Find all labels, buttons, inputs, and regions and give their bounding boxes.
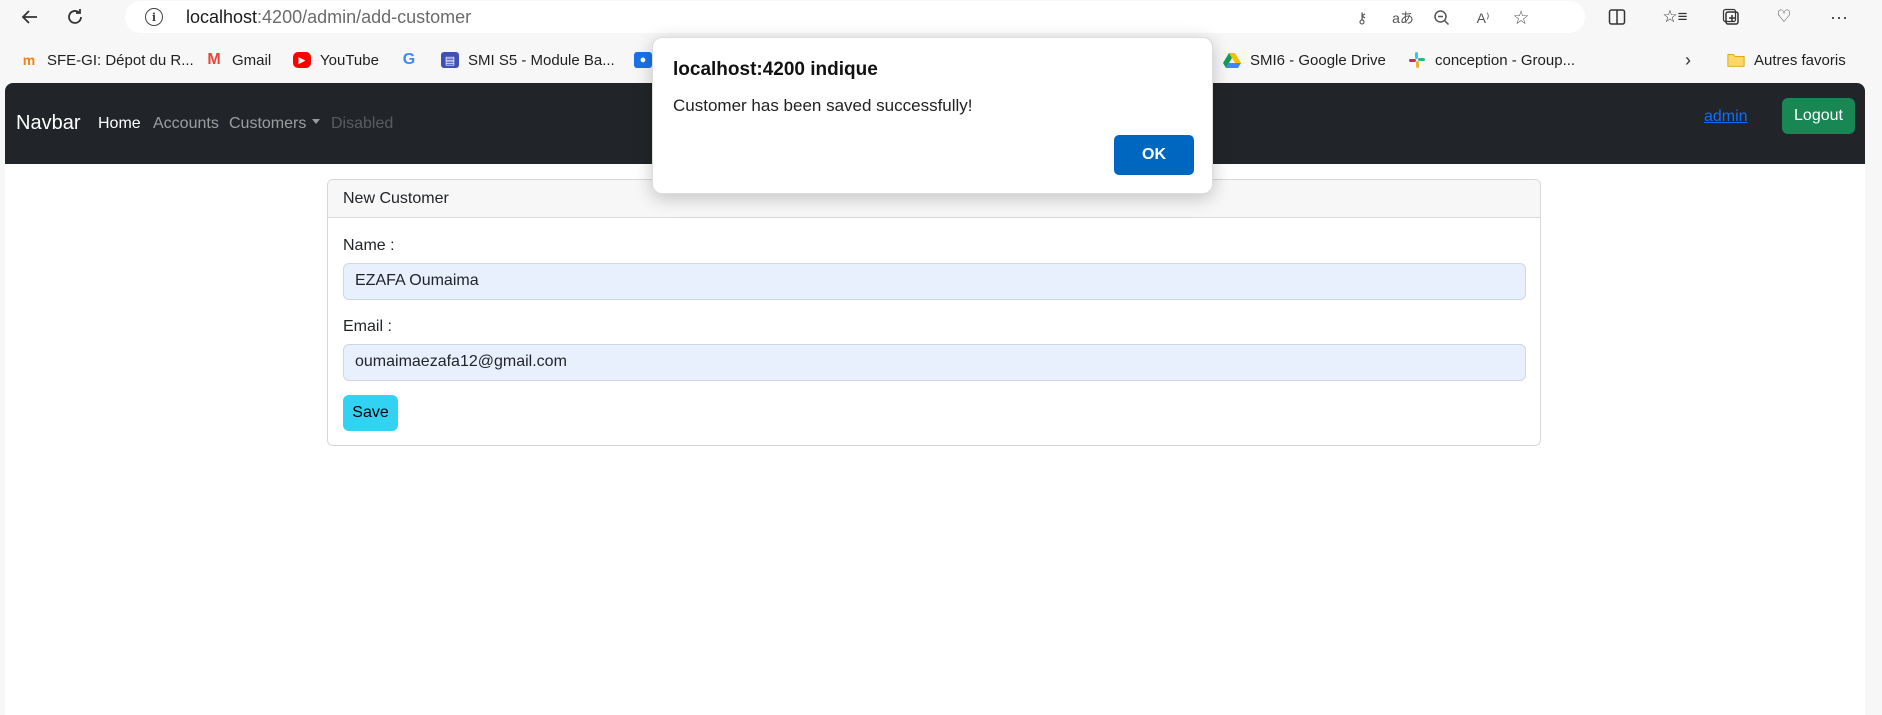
user-link[interactable]: admin [1704,108,1748,126]
nav-home[interactable]: Home [98,115,141,133]
nav-customers-label: Customers [229,115,307,132]
bookmark-label: conception - Group... [1435,51,1576,69]
read-aloud-icon[interactable]: A⁾ [1472,7,1494,29]
url-host: localhost [186,7,258,27]
dialog-message: Customer has been saved successfully! [673,96,973,115]
browser-essentials-icon[interactable]: ♡ [1771,5,1797,29]
bookmark-label: YouTube [320,51,379,69]
star-icon[interactable]: ☆ [1510,7,1532,29]
email-input[interactable]: oumaimaezafa12@gmail.com [343,344,1526,381]
google-drive-icon [1223,52,1241,68]
more-options-icon[interactable]: ··· [1826,5,1852,29]
bookmark-label: SMI6 - Google Drive [1250,51,1386,69]
ok-button[interactable]: OK [1114,135,1194,175]
google-icon: G [402,51,416,68]
name-label: Name : [343,237,395,254]
nav-accounts[interactable]: Accounts [153,115,219,133]
info-icon[interactable]: i [145,8,163,26]
bookmark-sfe[interactable]: m SFE-GI: Dépot du R... [20,49,194,71]
alert-dialog: localhost:4200 indique Customer has been… [652,37,1213,194]
zoom-out-icon[interactable] [1431,7,1453,29]
url-path: :4200/admin/add-customer [257,7,472,27]
chevron-down-icon [312,119,321,125]
folder-icon [1727,52,1745,68]
moodle-icon: m [22,52,36,68]
translate-icon[interactable]: aあ [1392,7,1414,29]
bookmark-youtube[interactable]: ▶ YouTube [293,49,379,71]
collections-icon[interactable] [1718,5,1744,29]
bookmark-gmail[interactable]: M Gmail [205,49,271,71]
gmail-icon: M [207,51,221,68]
slack-icon [1408,52,1426,68]
navbar-brand[interactable]: Navbar [16,112,80,135]
bookmark-label: SFE-GI: Dépot du R... [47,51,194,69]
youtube-icon: ▶ [293,52,311,68]
contacts-icon: ● [634,52,652,68]
classroom-icon: ▤ [441,52,459,68]
bookmark-other-favorites[interactable]: Autres favoris [1727,49,1846,71]
bookmarks-overflow-chevron-icon[interactable]: › [1685,49,1691,71]
browser-toolbar: i localhost:4200/admin/add-customer ⚷ aあ… [0,0,1882,34]
dialog-title: localhost:4200 indique [673,59,878,80]
email-label: Email : [343,318,392,335]
bookmark-label: SMI S5 - Module Ba... [468,51,615,69]
name-input[interactable]: EZAFA Oumaima [343,263,1526,300]
back-arrow-icon [21,10,37,24]
back-button[interactable] [16,4,44,30]
bookmark-smi-s5[interactable]: ▤ SMI S5 - Module Ba... [441,49,615,71]
bookmark-google[interactable]: G [400,49,427,71]
nav-customers-dropdown[interactable]: Customers [229,115,321,133]
reload-button[interactable] [61,4,89,30]
bookmark-label: Autres favoris [1754,51,1846,69]
key-icon[interactable]: ⚷ [1351,7,1373,29]
logout-button[interactable]: Logout [1782,98,1855,134]
split-screen-icon[interactable] [1604,5,1630,29]
new-customer-card: New Customer Name : EZAFA Oumaima Email … [327,179,1541,446]
url-text[interactable]: localhost:4200/admin/add-customer [186,7,471,28]
favorites-icon[interactable]: ☆≡ [1662,5,1688,29]
bookmark-conception[interactable]: conception - Group... [1408,49,1575,71]
address-bar[interactable]: i localhost:4200/admin/add-customer ⚷ aあ… [125,1,1585,33]
bookmark-smi6-drive[interactable]: SMI6 - Google Drive [1223,49,1386,71]
save-button[interactable]: Save [343,395,398,431]
nav-disabled: Disabled [331,115,394,132]
reload-icon [68,9,82,24]
bookmark-label: Gmail [232,51,272,69]
